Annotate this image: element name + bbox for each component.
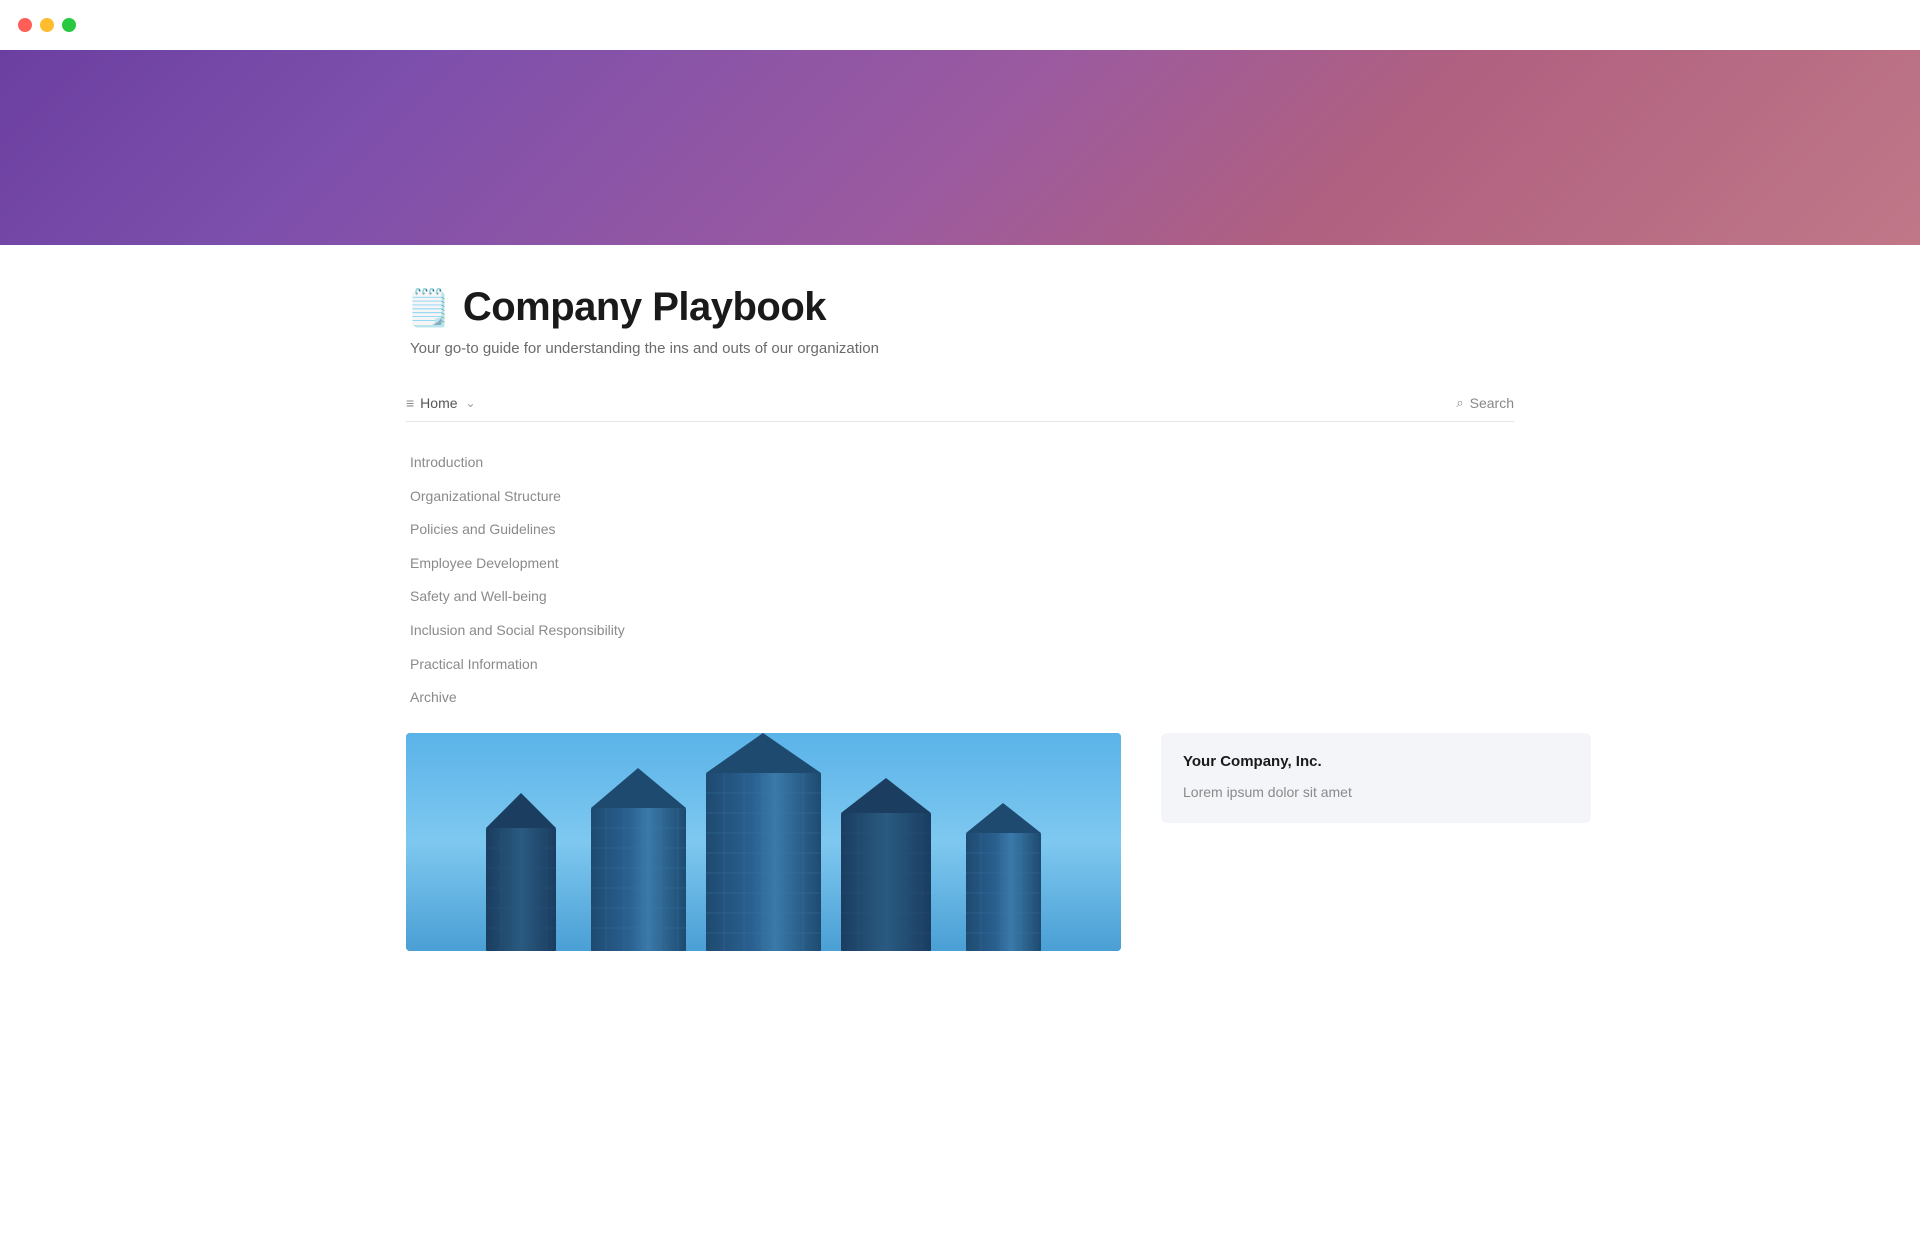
header-banner bbox=[0, 50, 1920, 245]
traffic-lights bbox=[18, 18, 76, 32]
company-card: Your Company, Inc. Lorem ipsum dolor sit… bbox=[1161, 733, 1591, 823]
company-description: Lorem ipsum dolor sit amet bbox=[1183, 782, 1569, 803]
nav-items-list: Introduction Organizational Structure Po… bbox=[406, 438, 1514, 723]
nav-item-safety-wellbeing[interactable]: Safety and Well-being bbox=[406, 580, 1514, 614]
nav-item-employee-development[interactable]: Employee Development bbox=[406, 547, 1514, 581]
content-grid: Your Company, Inc. Lorem ipsum dolor sit… bbox=[406, 733, 1514, 951]
page-title: 🗒️ Company Playbook bbox=[406, 285, 1514, 330]
search-label: Search bbox=[1470, 395, 1514, 411]
nav-item-practical-information[interactable]: Practical Information bbox=[406, 648, 1514, 682]
nav-bar: ≡ Home ⌄ ⌕ Search bbox=[406, 385, 1514, 422]
nav-home-label: Home bbox=[420, 395, 457, 411]
minimize-button[interactable] bbox=[40, 18, 54, 32]
nav-item-archive[interactable]: Archive bbox=[406, 681, 1514, 715]
main-content: 🗒️ Company Playbook Your go-to guide for… bbox=[310, 245, 1610, 951]
nav-item-inclusion-social[interactable]: Inclusion and Social Responsibility bbox=[406, 614, 1514, 648]
title-emoji: 🗒️ bbox=[406, 287, 451, 329]
title-text: Company Playbook bbox=[463, 285, 826, 330]
close-button[interactable] bbox=[18, 18, 32, 32]
building-image bbox=[406, 733, 1121, 951]
nav-item-organizational-structure[interactable]: Organizational Structure bbox=[406, 480, 1514, 514]
chevron-down-icon: ⌄ bbox=[466, 396, 476, 410]
nav-home[interactable]: ≡ Home ⌄ bbox=[406, 395, 476, 411]
page-subtitle: Your go-to guide for understanding the i… bbox=[406, 340, 1514, 357]
search-icon: ⌕ bbox=[1456, 395, 1463, 411]
nav-item-policies-guidelines[interactable]: Policies and Guidelines bbox=[406, 513, 1514, 547]
maximize-button[interactable] bbox=[62, 18, 76, 32]
company-name: Your Company, Inc. bbox=[1183, 753, 1569, 770]
nav-item-introduction[interactable]: Introduction bbox=[406, 446, 1514, 480]
page-title-section: 🗒️ Company Playbook Your go-to guide for… bbox=[406, 245, 1514, 357]
search-button[interactable]: ⌕ Search bbox=[1456, 395, 1514, 411]
list-icon: ≡ bbox=[406, 395, 414, 411]
